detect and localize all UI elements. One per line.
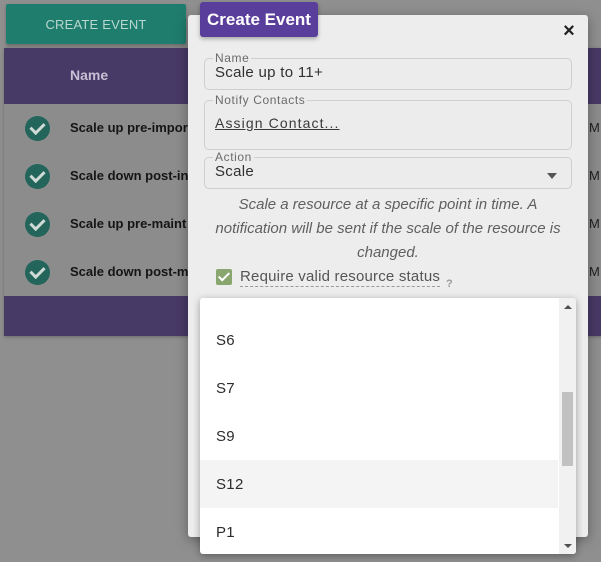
action-selected-value: Scale <box>215 163 255 180</box>
action-field-label: Action <box>215 150 252 164</box>
scale-options-dropdown: S6 S7 S9 S12 P1 <box>200 298 576 554</box>
notify-contacts-label: Notify Contacts <box>215 93 306 107</box>
dropdown-option[interactable]: S9 <box>200 412 558 460</box>
create-event-button[interactable]: CREATE EVENT <box>6 4 186 44</box>
scroll-up-arrow-icon[interactable] <box>559 298 576 315</box>
event-time: M <box>589 264 600 279</box>
event-name: Scale up pre-impor <box>70 120 188 135</box>
notify-contacts-field: Notify Contacts Assign Contact... <box>204 94 572 150</box>
event-name: Scale up pre-maint <box>70 216 187 231</box>
check-circle-icon <box>25 212 50 237</box>
action-description: Scale a resource at a specific point in … <box>215 196 561 261</box>
event-name: Scale down post-in <box>70 168 189 183</box>
dropdown-option-highlighted[interactable]: S12 <box>200 460 558 508</box>
dropdown-option[interactable]: S6 <box>200 316 558 364</box>
require-status-checkbox[interactable] <box>216 269 232 285</box>
scrollbar-thumb[interactable] <box>562 392 573 466</box>
chevron-down-icon[interactable] <box>547 173 557 179</box>
close-button[interactable]: × <box>556 18 582 44</box>
name-field-label: Name <box>215 51 250 65</box>
scroll-down-arrow-icon[interactable] <box>559 537 576 554</box>
require-status-label[interactable]: Require valid resource status <box>240 268 441 287</box>
check-circle-icon <box>25 260 50 285</box>
dropdown-option[interactable]: S7 <box>200 364 558 412</box>
dialog-title: Create Event <box>200 2 318 37</box>
event-name: Scale down post-m <box>70 264 189 279</box>
name-input[interactable]: Scale up to 11+ <box>215 64 561 81</box>
action-select[interactable]: Action Scale <box>204 151 572 189</box>
name-column-header[interactable]: Name <box>70 67 108 83</box>
check-circle-icon <box>25 164 50 189</box>
event-time: M <box>589 120 600 135</box>
close-icon: × <box>563 19 575 42</box>
dropdown-option[interactable]: P1 <box>200 508 558 554</box>
check-circle-icon <box>25 116 50 141</box>
help-icon[interactable]: ? <box>446 278 453 290</box>
dropdown-scrollbar[interactable] <box>559 298 576 554</box>
event-time: M <box>589 216 600 231</box>
event-time: M <box>589 168 600 183</box>
name-field[interactable]: Name Scale up to 11+ <box>204 52 572 90</box>
assign-contact-link[interactable]: Assign Contact... <box>215 115 340 131</box>
